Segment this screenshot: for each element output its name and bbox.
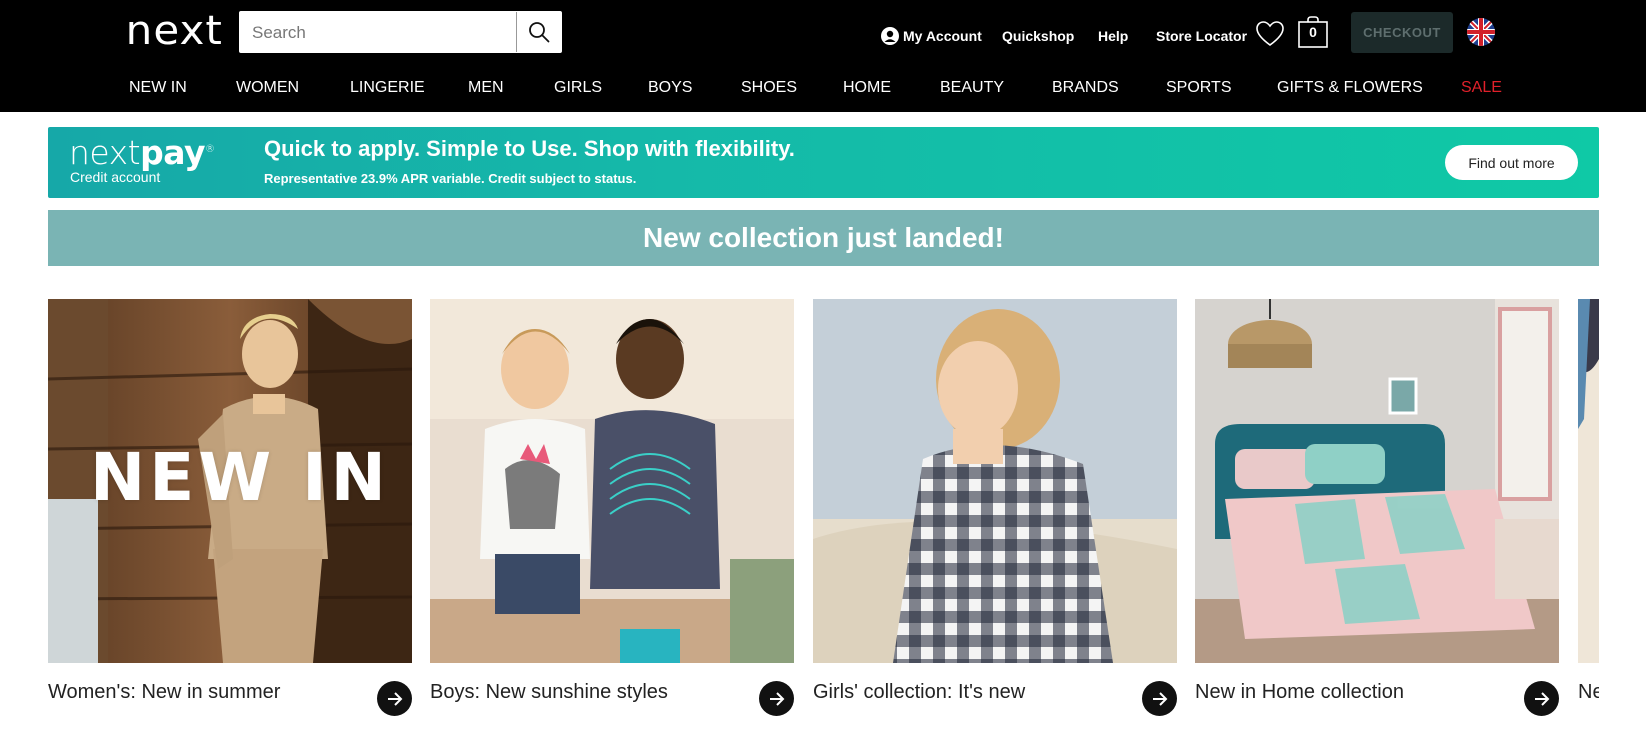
card-title[interactable]: Boys: New sunshine styles (430, 681, 668, 704)
arrow-right-icon (387, 691, 402, 706)
logo-text: next (125, 8, 223, 54)
collection-banner[interactable]: New collection just landed! (48, 210, 1599, 266)
nav-girls[interactable]: GIRLS (554, 76, 602, 100)
nextpay-banner[interactable]: nextpay® Credit account Quick to apply. … (48, 127, 1599, 198)
women-image[interactable]: NEW IN (48, 299, 412, 663)
new-in-overlay: NEW IN (90, 439, 390, 516)
main-nav: NEW IN WOMEN LINGERIE MEN GIRLS BOYS SHO… (0, 76, 1646, 100)
checkout-button[interactable]: CHECKOUT (1351, 12, 1453, 53)
nav-women[interactable]: WOMEN (236, 76, 299, 100)
boys-image[interactable] (430, 299, 794, 663)
search-icon (529, 22, 550, 43)
find-out-more-button[interactable]: Find out more (1445, 145, 1578, 180)
card-partial-title[interactable]: Ne (1578, 681, 1599, 704)
help-link[interactable]: Help (1098, 26, 1128, 46)
nav-sports[interactable]: SPORTS (1166, 76, 1232, 100)
heart-icon (1256, 21, 1284, 46)
arrow-right-icon (1152, 691, 1167, 706)
card-partial-image[interactable] (1578, 299, 1599, 663)
next-logo[interactable]: next (125, 6, 228, 56)
nav-boys[interactable]: BOYS (648, 76, 692, 100)
quickshop-link[interactable]: Quickshop (1002, 26, 1074, 46)
card-title[interactable]: New in Home collection (1195, 681, 1404, 704)
nav-brands[interactable]: BRANDS (1052, 76, 1119, 100)
uk-flag-icon[interactable] (1467, 18, 1495, 46)
card-arrow-button[interactable] (1524, 681, 1559, 716)
nextpay-logo: nextpay® (69, 133, 215, 172)
arrow-right-icon (1534, 691, 1549, 706)
favourites-button[interactable] (1255, 20, 1285, 48)
card-title[interactable]: Girls' collection: It's new (813, 681, 1025, 704)
my-account-label: My Account (903, 28, 982, 44)
nextpay-apr-text: Representative 23.9% APR variable. Credi… (264, 171, 637, 186)
card-title[interactable]: Women's: New in summer (48, 681, 280, 704)
shopping-bag-button[interactable]: 0 (1297, 16, 1329, 48)
account-icon (881, 27, 899, 45)
nav-men[interactable]: MEN (468, 76, 504, 100)
nextpay-headline: Quick to apply. Simple to Use. Shop with… (264, 136, 795, 161)
search-button[interactable] (516, 12, 561, 52)
nav-shoes[interactable]: SHOES (741, 76, 797, 100)
nav-beauty[interactable]: BEAUTY (940, 76, 1004, 100)
nav-lingerie[interactable]: LINGERIE (350, 76, 425, 100)
search-box (239, 11, 562, 54)
nextpay-logo-next: next (69, 133, 141, 172)
search-input[interactable] (250, 12, 504, 54)
nav-sale[interactable]: SALE (1461, 76, 1502, 100)
home-image[interactable] (1195, 299, 1559, 663)
card-arrow-button[interactable] (377, 681, 412, 716)
nav-gifts-flowers[interactable]: GIFTS & FLOWERS (1277, 76, 1423, 100)
my-account-link[interactable]: My Account (881, 26, 982, 46)
nav-home[interactable]: HOME (843, 76, 891, 100)
arrow-right-icon (769, 691, 784, 706)
site-header: next My Account Quickshop Help Store Loc… (0, 0, 1646, 112)
nextpay-logo-pay: pay (140, 133, 205, 172)
nextpay-subtitle: Credit account (70, 169, 161, 185)
card-arrow-button[interactable] (759, 681, 794, 716)
bag-count: 0 (1309, 24, 1317, 40)
store-locator-link[interactable]: Store Locator (1156, 26, 1247, 46)
card-arrow-button[interactable] (1142, 681, 1177, 716)
nav-new-in[interactable]: NEW IN (129, 76, 187, 100)
girls-image[interactable] (813, 299, 1177, 663)
